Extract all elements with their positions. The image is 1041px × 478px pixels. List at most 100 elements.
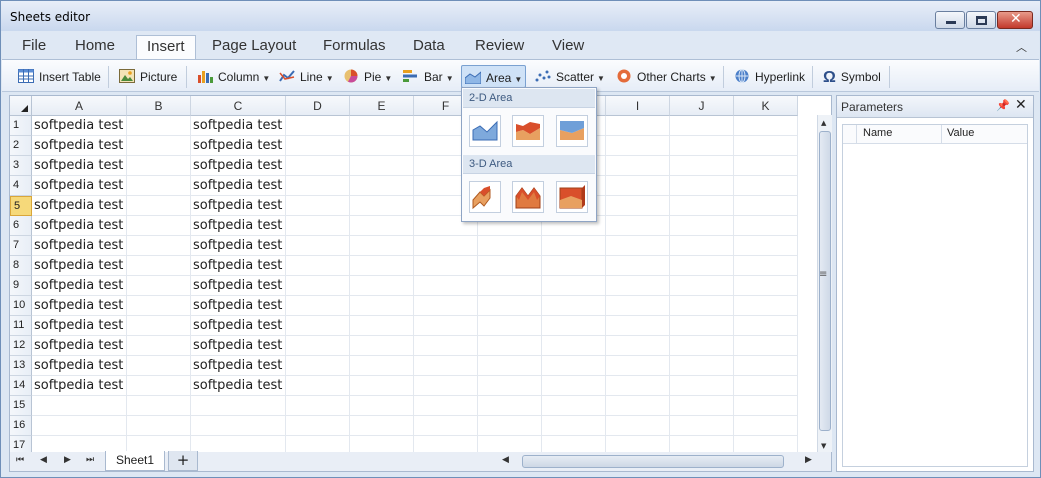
cell-e1[interactable]	[350, 116, 414, 136]
column-header-name[interactable]: Name	[863, 127, 892, 139]
cell-k6[interactable]	[734, 216, 798, 236]
cell-c5[interactable]: softpedia test	[191, 196, 286, 216]
cell-e6[interactable]	[350, 216, 414, 236]
cell-b8[interactable]	[127, 256, 191, 276]
cell-c12[interactable]: softpedia test	[191, 336, 286, 356]
cell-f9[interactable]	[414, 276, 478, 296]
column-header-value[interactable]: Value	[947, 127, 974, 139]
percent-area-3d-option[interactable]	[556, 181, 588, 213]
cell-k16[interactable]	[734, 416, 798, 436]
cell-h10[interactable]	[542, 296, 606, 316]
row-header-14[interactable]: 14	[10, 376, 32, 396]
scatter-chart-button[interactable]: Scatter ▼	[532, 65, 608, 88]
splitter-grip-icon[interactable]: ≡	[819, 269, 827, 280]
cell-d2[interactable]	[286, 136, 350, 156]
cell-d3[interactable]	[286, 156, 350, 176]
cell-a1[interactable]: softpedia test	[32, 116, 127, 136]
cell-d14[interactable]	[286, 376, 350, 396]
column-header-j[interactable]: J	[670, 96, 734, 116]
cell-a7[interactable]: softpedia test	[32, 236, 127, 256]
cell-h7[interactable]	[542, 236, 606, 256]
cell-c10[interactable]: softpedia test	[191, 296, 286, 316]
column-header-b[interactable]: B	[127, 96, 191, 116]
column-header-d[interactable]: D	[286, 96, 350, 116]
row-header-15[interactable]: 15	[10, 396, 32, 416]
cell-d7[interactable]	[286, 236, 350, 256]
pin-icon[interactable]: 📌	[996, 99, 1010, 112]
cell-i14[interactable]	[606, 376, 670, 396]
horizontal-scrollbar[interactable]: ◀ ▶	[500, 455, 818, 469]
cell-g17[interactable]	[478, 436, 542, 452]
cell-k1[interactable]	[734, 116, 798, 136]
cell-e11[interactable]	[350, 316, 414, 336]
cell-c15[interactable]	[191, 396, 286, 416]
cell-k11[interactable]	[734, 316, 798, 336]
row-header-4[interactable]: 4	[10, 176, 32, 196]
maximize-button[interactable]	[966, 11, 996, 29]
cell-d13[interactable]	[286, 356, 350, 376]
cell-a2[interactable]: softpedia test	[32, 136, 127, 156]
last-sheet-icon[interactable]: ⏭	[86, 455, 94, 465]
cell-d15[interactable]	[286, 396, 350, 416]
cell-c2[interactable]: softpedia test	[191, 136, 286, 156]
other-charts-button[interactable]: Other Charts ▼	[613, 65, 720, 88]
next-sheet-icon[interactable]: ▶	[64, 455, 71, 465]
cell-c4[interactable]: softpedia test	[191, 176, 286, 196]
scroll-right-icon[interactable]: ▶	[805, 455, 812, 465]
cell-k15[interactable]	[734, 396, 798, 416]
symbol-button[interactable]: Ω Symbol	[820, 65, 884, 88]
cell-a14[interactable]: softpedia test	[32, 376, 127, 396]
cell-g11[interactable]	[478, 316, 542, 336]
cell-f10[interactable]	[414, 296, 478, 316]
row-header-2[interactable]: 2	[10, 136, 32, 156]
stacked-area-2d-option[interactable]	[512, 115, 544, 147]
row-header-12[interactable]: 12	[10, 336, 32, 356]
add-sheet-button[interactable]: +	[168, 451, 198, 471]
row-header-9[interactable]: 9	[10, 276, 32, 296]
cell-h11[interactable]	[542, 316, 606, 336]
cell-g8[interactable]	[478, 256, 542, 276]
cell-k17[interactable]	[734, 436, 798, 452]
column-chart-button[interactable]: Column ▼	[194, 65, 273, 88]
cell-i5[interactable]	[606, 196, 670, 216]
area-3d-option[interactable]	[469, 181, 501, 213]
cell-c13[interactable]: softpedia test	[191, 356, 286, 376]
cell-i1[interactable]	[606, 116, 670, 136]
cell-j3[interactable]	[670, 156, 734, 176]
cell-j16[interactable]	[670, 416, 734, 436]
scroll-up-icon[interactable]: ▲	[821, 119, 826, 127]
cell-d5[interactable]	[286, 196, 350, 216]
cell-a8[interactable]: softpedia test	[32, 256, 127, 276]
cell-k14[interactable]	[734, 376, 798, 396]
cell-k3[interactable]	[734, 156, 798, 176]
cell-c3[interactable]: softpedia test	[191, 156, 286, 176]
cell-c17[interactable]	[191, 436, 286, 452]
cell-f8[interactable]	[414, 256, 478, 276]
cell-c6[interactable]: softpedia test	[191, 216, 286, 236]
cell-j2[interactable]	[670, 136, 734, 156]
row-header-16[interactable]: 16	[10, 416, 32, 436]
cell-b13[interactable]	[127, 356, 191, 376]
cell-g12[interactable]	[478, 336, 542, 356]
column-header-k[interactable]: K	[734, 96, 798, 116]
cell-j8[interactable]	[670, 256, 734, 276]
cell-f17[interactable]	[414, 436, 478, 452]
cell-c14[interactable]: softpedia test	[191, 376, 286, 396]
cell-c9[interactable]: softpedia test	[191, 276, 286, 296]
cell-j15[interactable]	[670, 396, 734, 416]
close-button[interactable]: ✕	[997, 11, 1033, 29]
cell-j6[interactable]	[670, 216, 734, 236]
cell-h12[interactable]	[542, 336, 606, 356]
cell-d9[interactable]	[286, 276, 350, 296]
cell-g13[interactable]	[478, 356, 542, 376]
cell-i12[interactable]	[606, 336, 670, 356]
cell-i9[interactable]	[606, 276, 670, 296]
cell-e7[interactable]	[350, 236, 414, 256]
cell-d8[interactable]	[286, 256, 350, 276]
cell-j11[interactable]	[670, 316, 734, 336]
cell-d11[interactable]	[286, 316, 350, 336]
vertical-scroll-thumb[interactable]	[819, 131, 831, 431]
row-header-7[interactable]: 7	[10, 236, 32, 256]
cell-j1[interactable]	[670, 116, 734, 136]
cell-e15[interactable]	[350, 396, 414, 416]
